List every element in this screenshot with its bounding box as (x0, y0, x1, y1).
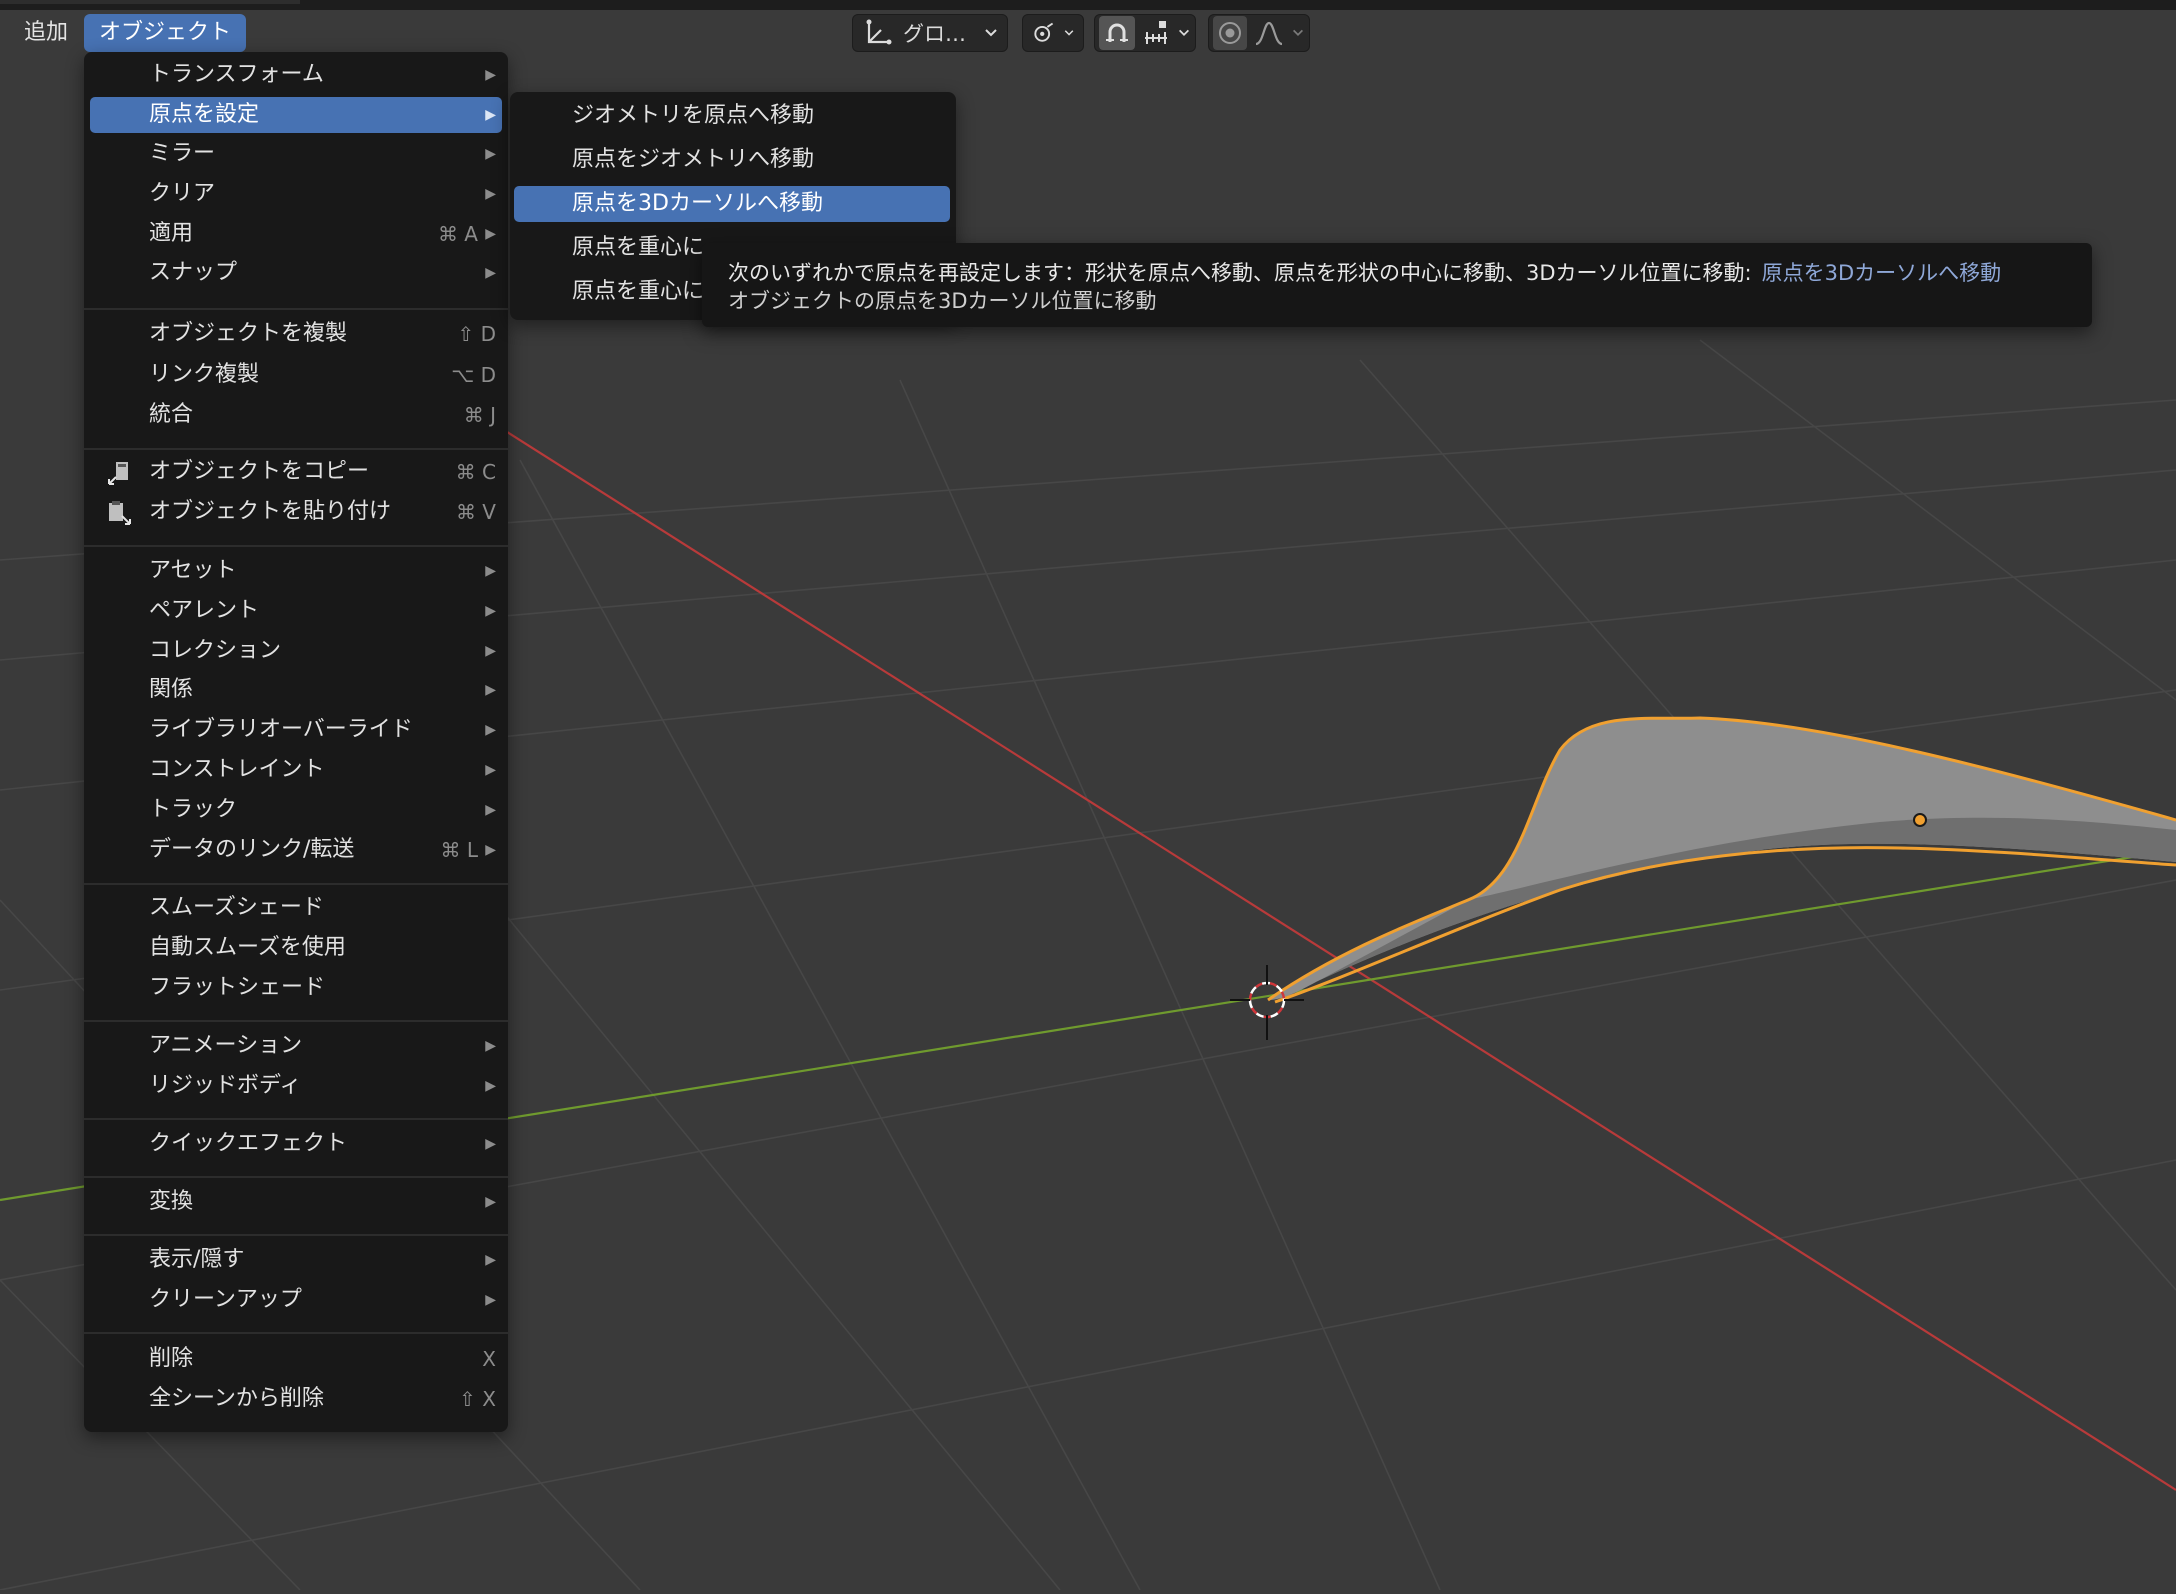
operator-tooltip: 次のいずれかで原点を再設定します：形状を原点へ移動、原点を形状の中心に移動、3D… (702, 243, 2092, 327)
menu-separator (84, 448, 508, 450)
pivot-link-icon (1034, 22, 1054, 42)
submenu-item-origin-to-geometry[interactable]: 原点をジオメトリへ移動 (514, 142, 950, 178)
menu-item-constraint[interactable]: コンストレイント ▶ (90, 752, 502, 788)
tooltip-detail: オブジェクトの原点を3Dカーソル位置に移動 (728, 289, 1157, 313)
menu-item-library-override[interactable]: ライブラリオーバーライド ▶ (90, 712, 502, 748)
top-strip (0, 0, 2176, 10)
menu-separator (84, 883, 508, 885)
menu-item-show-hide[interactable]: 表示/隠す ▶ (90, 1242, 502, 1278)
magnet-icon (1106, 23, 1128, 42)
menu-item-duplicate-objects[interactable]: オブジェクトを複製 ⇧ D (90, 316, 502, 352)
chevron-down-icon (1064, 30, 1074, 36)
proportional-editing-icon (1219, 22, 1241, 44)
copy-icon (108, 462, 128, 485)
menu-object[interactable]: オブジェクト (84, 14, 247, 52)
menu-item-set-origin[interactable]: 原点を設定 ▶ (90, 97, 502, 133)
menu-item-quick-effects[interactable]: クイックエフェクト ▶ (90, 1126, 502, 1162)
menu-item-asset[interactable]: アセット ▶ (90, 553, 502, 589)
menu-separator (84, 1118, 508, 1120)
submenu-item-origin-to-3d-cursor[interactable]: 原点を3Dカーソルへ移動 (514, 186, 950, 222)
menu-item-link-transfer-data[interactable]: データのリンク/転送 ⌘ L ▶ (90, 832, 502, 868)
tooltip-description-line: 次のいずれかで原点を再設定します：形状を原点へ移動、原点を形状の中心に移動、3D… (728, 257, 2001, 287)
menu-item-duplicate-linked[interactable]: リンク複製 ⌥ D (90, 357, 502, 393)
object-origin-dot (1913, 813, 1927, 827)
snap-increment-icon (1145, 21, 1167, 44)
chevron-down-icon (1179, 29, 1189, 36)
menu-item-collection[interactable]: コレクション ▶ (90, 633, 502, 669)
menu-item-auto-smooth[interactable]: 自動スムーズを使用 (90, 930, 502, 966)
menu-item-shade-flat[interactable]: フラットシェード (90, 970, 502, 1006)
menu-separator (84, 308, 508, 310)
menu-item-snap[interactable]: スナップ ▶ (90, 255, 502, 291)
menu-item-copy-objects[interactable]: オブジェクトをコピー ⌘ C (90, 454, 502, 490)
snapping-controls[interactable] (1094, 14, 1196, 52)
snap-toggle[interactable] (1099, 16, 1135, 50)
tooltip-description: 次のいずれかで原点を再設定します：形状を原点へ移動、原点を形状の中心に移動、3D… (728, 261, 1752, 285)
menu-separator (84, 1332, 508, 1334)
chevron-down-icon (1293, 29, 1303, 36)
object-menu-dropdown: トランスフォーム ▶ 原点を設定 ▶ ミラー ▶ クリア ▶ 適用 ⌘ A ▶ スナップ ▶ … (84, 52, 508, 1432)
menu-item-animation[interactable]: アニメーション ▶ (90, 1028, 502, 1064)
orientation-axes-icon (866, 19, 892, 45)
menu-item-transform[interactable]: トランスフォーム ▶ (90, 57, 502, 93)
menu-item-mirror[interactable]: ミラー ▶ (90, 136, 502, 172)
chevron-down-icon (985, 29, 997, 37)
transform-orientation-dropdown[interactable]: グロ… (852, 14, 1008, 52)
menu-item-parent[interactable]: ペアレント ▶ (90, 593, 502, 629)
menu-item-convert[interactable]: 変換 ▶ (90, 1184, 502, 1220)
submenu-item-geometry-to-origin[interactable]: ジオメトリを原点へ移動 (514, 98, 950, 134)
tooltip-operator-name: 原点を3Dカーソルへ移動 (1761, 261, 2002, 285)
menu-separator (84, 1176, 508, 1178)
menu-separator (84, 1020, 508, 1022)
menu-add[interactable]: 追加 (10, 14, 82, 52)
menu-item-rigid-body[interactable]: リジッドボディ ▶ (90, 1068, 502, 1104)
proportional-editing-toggle[interactable] (1213, 16, 1247, 50)
menu-separator (84, 545, 508, 547)
menu-item-track[interactable]: トラック ▶ (90, 792, 502, 828)
paste-icon (109, 501, 131, 525)
proportional-editing-controls[interactable] (1208, 14, 1310, 52)
falloff-curve-icon (1255, 21, 1283, 46)
menu-item-paste-objects[interactable]: オブジェクトを貼り付け ⌘ V (90, 494, 502, 530)
menu-item-clear[interactable]: クリア ▶ (90, 176, 502, 212)
menu-item-apply[interactable]: 適用 ⌘ A ▶ (90, 216, 502, 252)
pivot-point-dropdown[interactable] (1022, 14, 1084, 52)
menu-item-join[interactable]: 統合 ⌘ J (90, 397, 502, 433)
menu-item-delete-globally[interactable]: 全シーンから削除 ⇧ X (90, 1381, 502, 1417)
menu-item-delete[interactable]: 削除 X (90, 1341, 502, 1377)
menu-item-shade-smooth[interactable]: スムーズシェード (90, 890, 502, 926)
menu-separator (84, 1234, 508, 1236)
menu-item-clean-up[interactable]: クリーンアップ ▶ (90, 1282, 502, 1318)
orientation-label: グロ… (903, 22, 966, 46)
menu-item-relations[interactable]: 関係 ▶ (90, 672, 502, 708)
